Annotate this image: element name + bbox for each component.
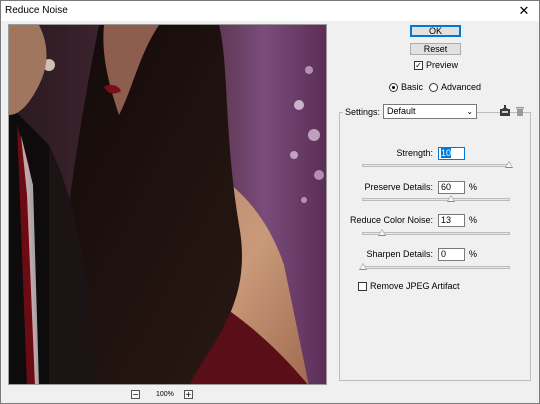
trash-icon[interactable]	[514, 105, 526, 117]
remove-jpeg-artifact-label: Remove JPEG Artifact	[370, 281, 460, 291]
sharpen-details-label: Sharpen Details:	[366, 249, 433, 259]
preview-image	[9, 25, 326, 384]
reduce-color-noise-input[interactable]: 13	[438, 214, 465, 227]
sharpen-details-slider-thumb[interactable]	[359, 263, 367, 270]
preview-checkbox[interactable]: ✓	[414, 60, 423, 70]
sharpen-details-slider[interactable]	[359, 263, 510, 270]
preview-checkbox-row[interactable]: ✓ Preview	[414, 60, 458, 70]
strength-input[interactable]: 10	[438, 147, 465, 160]
settings-value: Default	[387, 106, 416, 116]
reduce-color-noise-unit: %	[469, 215, 478, 225]
reset-button[interactable]: Reset	[410, 43, 461, 55]
title-bar: Reduce Noise ✕	[1, 1, 539, 21]
sharpen-details-unit: %	[469, 249, 478, 259]
preserve-details-slider[interactable]	[362, 195, 510, 202]
strength-slider[interactable]	[362, 161, 513, 168]
preserve-details-slider-thumb[interactable]	[446, 195, 455, 202]
remove-jpeg-artifact-checkbox[interactable]	[358, 281, 367, 291]
zoom-controls: − 100% +	[131, 387, 193, 401]
reduce-color-noise-slider[interactable]	[362, 229, 510, 236]
close-icon[interactable]: ✕	[511, 1, 537, 21]
remove-jpeg-artifact-row[interactable]: Remove JPEG Artifact	[358, 281, 460, 291]
dialog-title: Reduce Noise	[5, 5, 68, 16]
strength-label: Strength:	[396, 148, 433, 158]
zoom-out-button[interactable]: −	[131, 389, 140, 399]
basic-radio-row[interactable]: Basic	[389, 82, 423, 92]
save-settings-icon[interactable]	[499, 105, 511, 117]
settings-row: Settings: Default ⌄	[343, 104, 478, 119]
ok-button[interactable]: OK	[410, 25, 461, 37]
chevron-down-icon: ⌄	[466, 107, 474, 116]
settings-label: Settings:	[343, 106, 384, 117]
sharpen-details-row: Sharpen Details: 0 %	[341, 248, 527, 262]
sharpen-details-input[interactable]: 0	[438, 248, 465, 261]
reduce-color-noise-row: Reduce Color Noise: 13 %	[341, 214, 527, 228]
preserve-details-label: Preserve Details:	[364, 182, 433, 192]
preserve-details-input[interactable]: 60	[438, 181, 465, 194]
advanced-radio[interactable]	[429, 82, 438, 92]
zoom-level: 100%	[156, 390, 174, 398]
advanced-label: Advanced	[441, 82, 482, 92]
strength-slider-thumb[interactable]	[505, 161, 513, 168]
zoom-in-button[interactable]: +	[183, 389, 193, 399]
settings-dropdown[interactable]: Default ⌄	[383, 104, 478, 119]
basic-label: Basic	[401, 82, 424, 92]
strength-value: 10	[441, 148, 452, 158]
reduce-color-noise-label: Reduce Color Noise:	[349, 215, 433, 225]
preview-label: Preview	[426, 60, 459, 70]
basic-radio[interactable]	[389, 82, 398, 92]
strength-row: Strength: 10	[341, 147, 527, 161]
advanced-radio-row[interactable]: Advanced	[429, 82, 481, 92]
preserve-details-row: Preserve Details: 60 %	[341, 181, 527, 195]
reduce-noise-dialog: Reduce Noise ✕ − 100% + OK Reset ✓ Previ…	[0, 0, 540, 404]
preserve-details-unit: %	[469, 182, 478, 192]
reduce-color-noise-slider-thumb[interactable]	[377, 229, 386, 236]
image-preview[interactable]	[8, 24, 327, 385]
